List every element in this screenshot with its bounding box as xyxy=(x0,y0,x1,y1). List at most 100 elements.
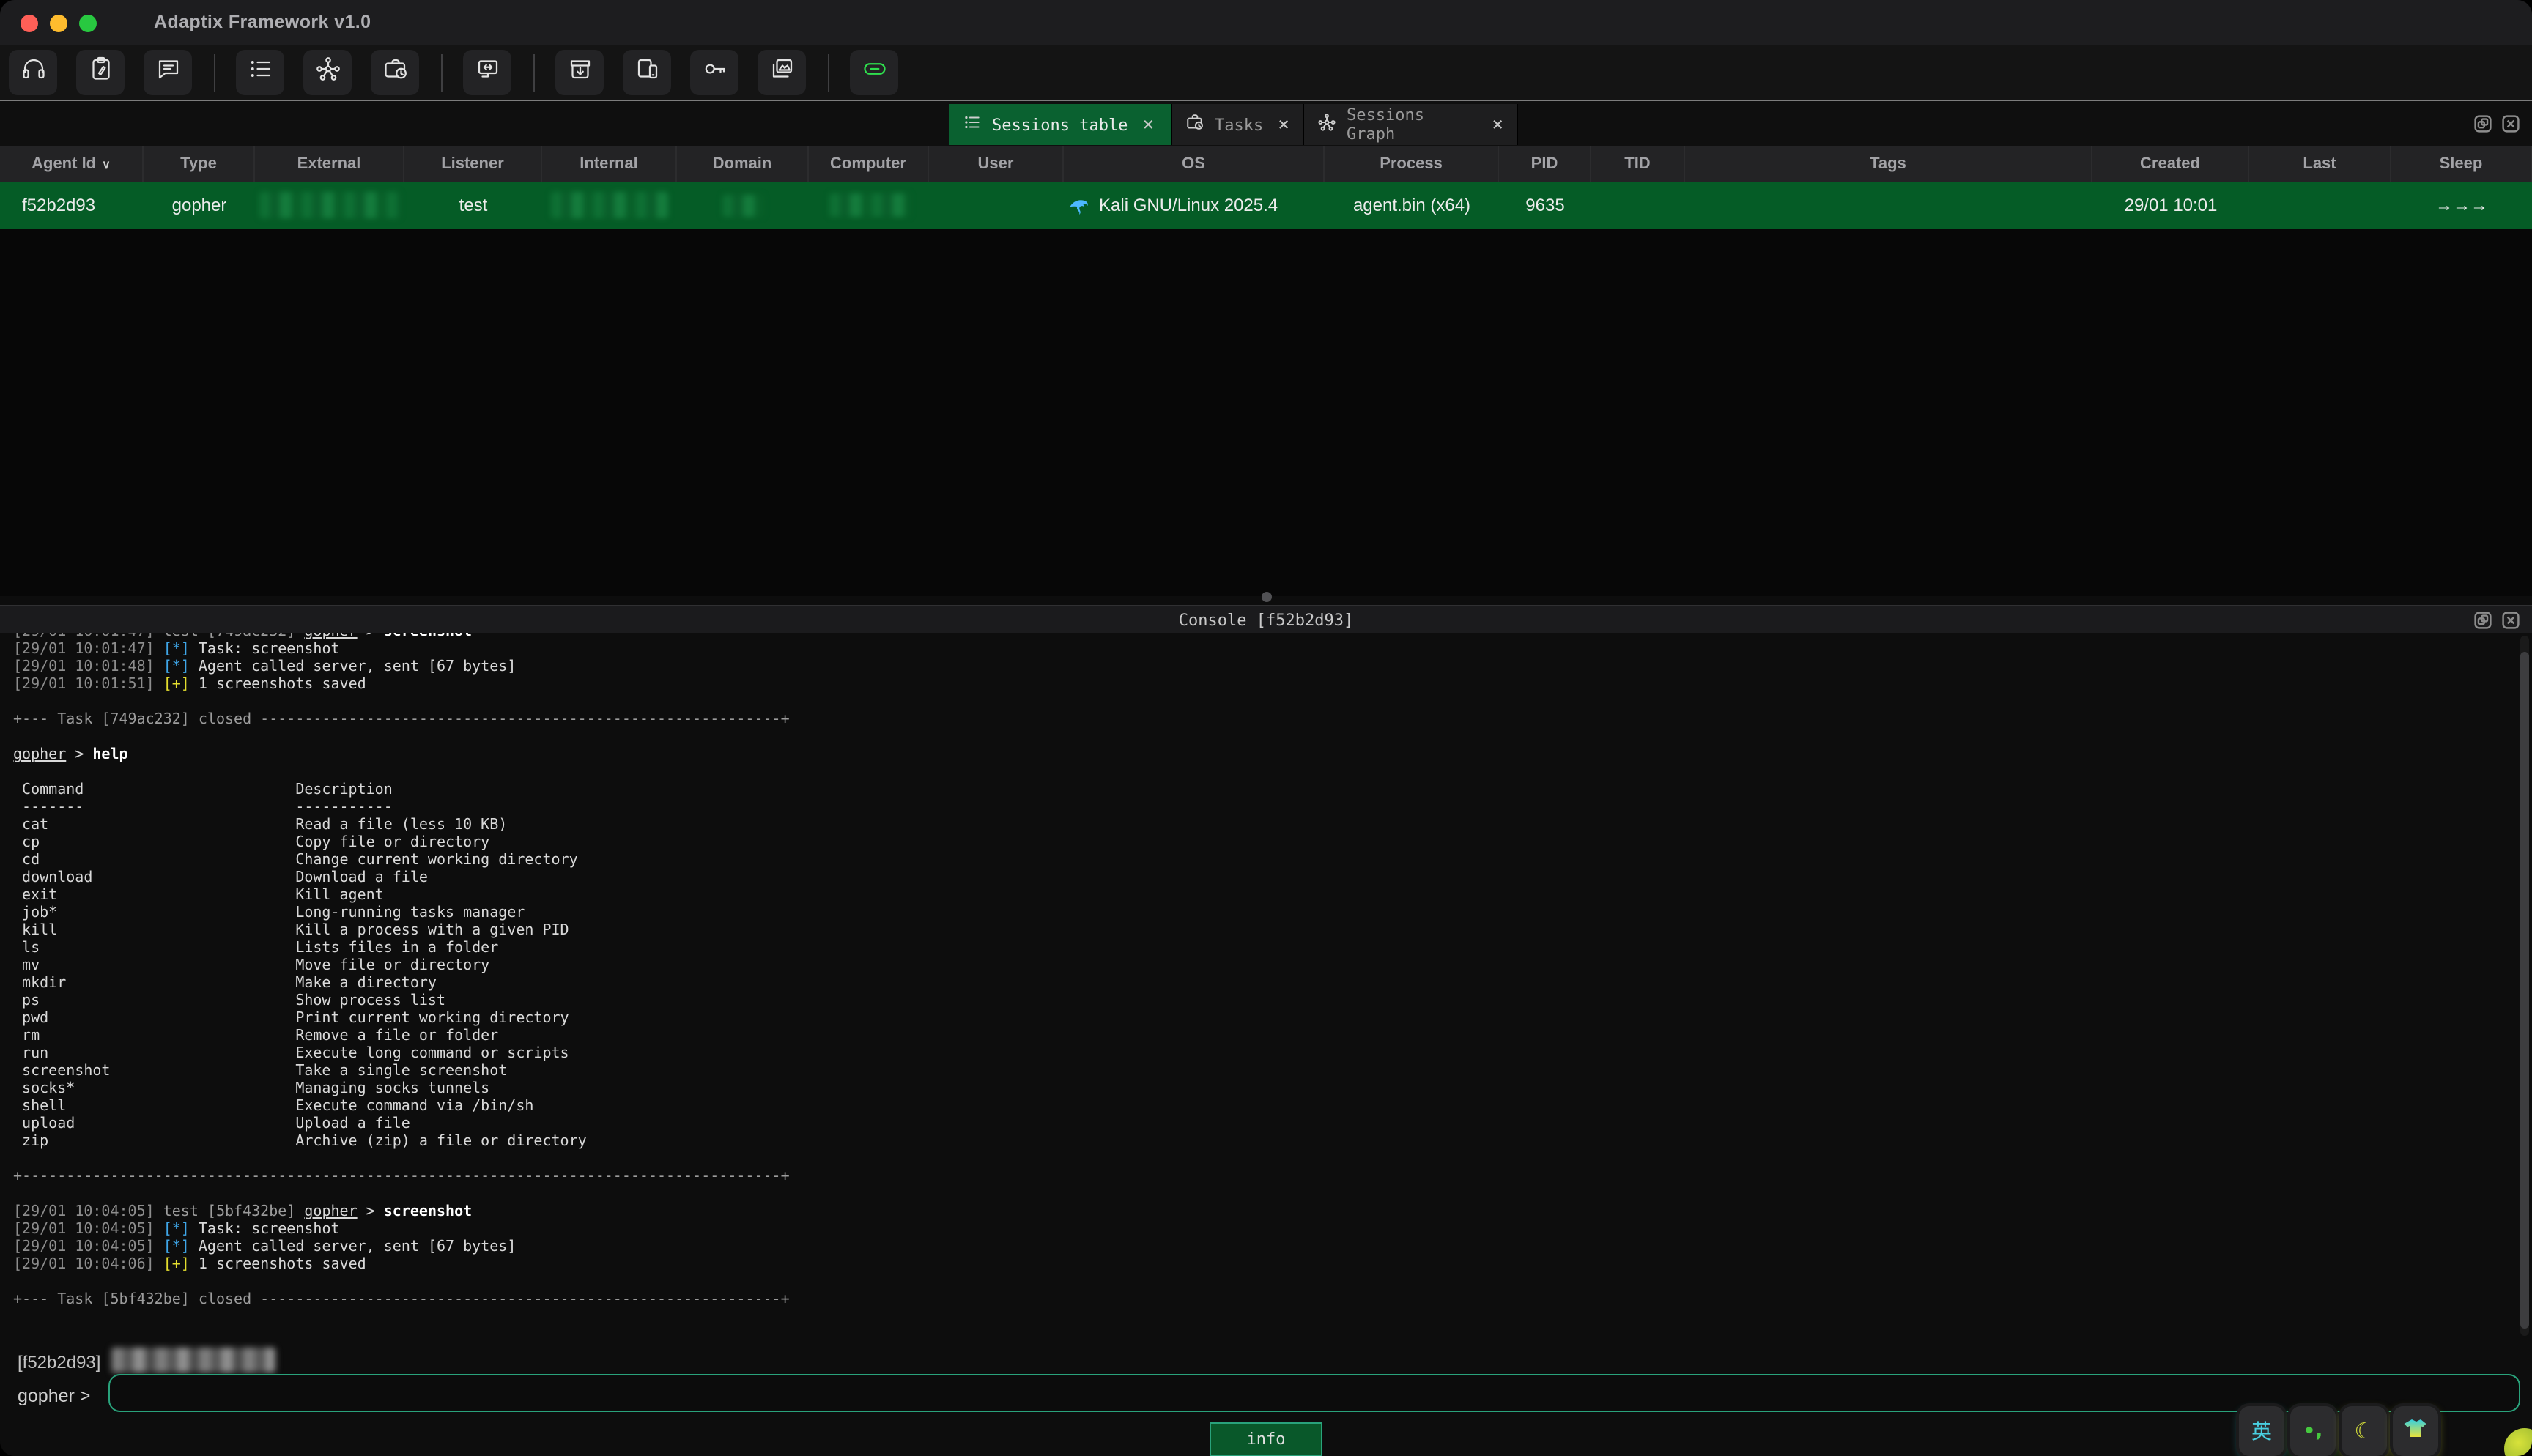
cell-created: 29/01 10:01 xyxy=(2092,182,2249,229)
cell-process: agent.bin (x64) xyxy=(1325,182,1499,229)
input-source-key[interactable]: 英 xyxy=(2239,1406,2284,1456)
input-source-switcher: 英 •, ☾ xyxy=(2239,1406,2438,1456)
tab-tasks[interactable]: Tasks × xyxy=(1172,104,1304,145)
tab-label: Sessions Graph xyxy=(1347,105,1477,144)
column-header-type[interactable]: Type xyxy=(144,146,255,182)
cell-agent-id: f52b2d93 xyxy=(0,182,144,229)
screen-share-icon xyxy=(474,56,500,89)
downloads-box-icon xyxy=(566,56,593,89)
console-scrollbar-thumb[interactable] xyxy=(2520,652,2529,1329)
prompt-agent-id: [f52b2d93] xyxy=(18,1352,100,1373)
devices-button[interactable] xyxy=(623,50,671,95)
jobs-clock-icon xyxy=(1185,113,1204,136)
close-panel-icon[interactable] xyxy=(2501,114,2520,141)
zoom-window-button[interactable] xyxy=(79,15,97,32)
tab-label: Tasks xyxy=(1215,115,1263,134)
close-panel-icon[interactable] xyxy=(2501,611,2520,634)
column-header-computer[interactable]: Computer xyxy=(809,146,929,182)
console-output: [29/01 10:01:47] test [749ac232] gopher … xyxy=(0,633,2532,1342)
console-panel-header: Console [f52b2d93] xyxy=(0,605,2532,634)
console-prompt-area: [f52b2d93] gopher > info xyxy=(0,1342,2532,1456)
tab-sessions-graph[interactable]: Sessions Graph × xyxy=(1304,104,1518,145)
toolbar-separator xyxy=(828,53,829,92)
app-window: Adaptix Framework v1.0 xyxy=(0,0,2532,1456)
task-list-icon xyxy=(247,56,273,89)
column-header-user[interactable]: User xyxy=(929,146,1064,182)
close-tab-icon[interactable]: × xyxy=(1278,114,1289,135)
kali-linux-icon xyxy=(1068,194,1090,216)
cell-domain xyxy=(677,182,809,229)
column-header-agent-id[interactable]: Agent Id∨ xyxy=(0,146,144,182)
splitter-handle[interactable] xyxy=(1262,592,1272,602)
cell-os: Kali GNU/Linux 2025.4 xyxy=(1064,182,1325,229)
moon-key[interactable]: ☾ xyxy=(2342,1406,2387,1456)
column-header-tags[interactable]: Tags xyxy=(1685,146,2092,182)
console-title: Console [f52b2d93] xyxy=(1179,611,1353,630)
shirt-icon xyxy=(2402,1414,2429,1448)
main-toolbar xyxy=(0,45,2532,100)
cell-type: gopher xyxy=(144,182,255,229)
column-header-last[interactable]: Last xyxy=(2249,146,2391,182)
connect-link-icon xyxy=(861,56,887,89)
list-icon xyxy=(963,113,982,136)
chat-button[interactable] xyxy=(144,50,192,95)
close-tab-icon[interactable]: × xyxy=(1142,114,1154,135)
console-window-controls xyxy=(2473,611,2520,634)
cell-last xyxy=(2249,182,2391,229)
redacted-agent-context xyxy=(111,1348,275,1373)
downloads-button[interactable] xyxy=(555,50,604,95)
cell-tid xyxy=(1591,182,1685,229)
column-header-tid[interactable]: TID xyxy=(1591,146,1685,182)
minimize-window-button[interactable] xyxy=(50,15,67,32)
column-header-listener[interactable]: Listener xyxy=(404,146,542,182)
redacted-internal-ip xyxy=(551,192,668,218)
column-header-process[interactable]: Process xyxy=(1325,146,1499,182)
toolbar-separator xyxy=(214,53,215,92)
listeners-button[interactable] xyxy=(9,50,57,95)
column-header-created[interactable]: Created xyxy=(2092,146,2249,182)
toolbar-separator xyxy=(533,53,535,92)
sessions-graph-button[interactable] xyxy=(303,50,352,95)
column-header-pid[interactable]: PID xyxy=(1499,146,1591,182)
cell-tags xyxy=(1685,182,2092,229)
graph-nodes-icon xyxy=(1317,113,1336,136)
punctuation-key[interactable]: •, xyxy=(2290,1406,2336,1456)
column-header-internal[interactable]: Internal xyxy=(542,146,677,182)
tasks-button[interactable] xyxy=(371,50,419,95)
connect-button[interactable] xyxy=(850,50,898,95)
session-row[interactable]: f52b2d93 gopher test Kali GNU/Linux 2025… xyxy=(0,182,2532,229)
redacted-domain xyxy=(722,194,763,216)
graph-nodes-icon xyxy=(314,56,341,89)
toolbar-separator xyxy=(441,53,443,92)
cell-sleep: →→→ xyxy=(2391,182,2532,229)
sessions-table-button[interactable] xyxy=(236,50,284,95)
column-header-domain[interactable]: Domain xyxy=(677,146,809,182)
sort-chevron-icon: ∨ xyxy=(102,157,111,171)
close-window-button[interactable] xyxy=(21,15,38,32)
screenshots-icon xyxy=(769,56,795,89)
shirt-key[interactable] xyxy=(2393,1406,2438,1456)
console-log: [29/01 10:01:47] test [749ac232] gopher … xyxy=(0,633,2532,1310)
tab-bar: Sessions table × Tasks × Sessions Graph … xyxy=(0,100,2532,148)
credentials-button[interactable] xyxy=(690,50,738,95)
undock-panel-icon[interactable] xyxy=(2473,611,2492,634)
command-input[interactable] xyxy=(108,1374,2520,1412)
sessions-table-header: Agent Id∨ Type External Listener Interna… xyxy=(0,146,2532,182)
chat-icon xyxy=(155,56,181,89)
cell-listener: test xyxy=(404,182,542,229)
autocomplete-hint[interactable]: info xyxy=(1210,1422,1322,1456)
redacted-computer xyxy=(829,193,909,217)
tab-sessions-table[interactable]: Sessions table × xyxy=(949,104,1172,145)
os-label: Kali GNU/Linux 2025.4 xyxy=(1099,195,1278,215)
column-header-os[interactable]: OS xyxy=(1064,146,1325,182)
clipboard-edit-icon xyxy=(87,56,114,89)
close-tab-icon[interactable]: × xyxy=(1492,114,1503,135)
column-header-external[interactable]: External xyxy=(255,146,404,182)
logs-button[interactable] xyxy=(76,50,125,95)
screen-share-button[interactable] xyxy=(463,50,511,95)
column-header-sleep[interactable]: Sleep xyxy=(2391,146,2532,182)
cell-computer xyxy=(809,182,929,229)
undock-panel-icon[interactable] xyxy=(2473,114,2492,141)
screenshots-button[interactable] xyxy=(758,50,806,95)
cell-pid: 9635 xyxy=(1499,182,1591,229)
